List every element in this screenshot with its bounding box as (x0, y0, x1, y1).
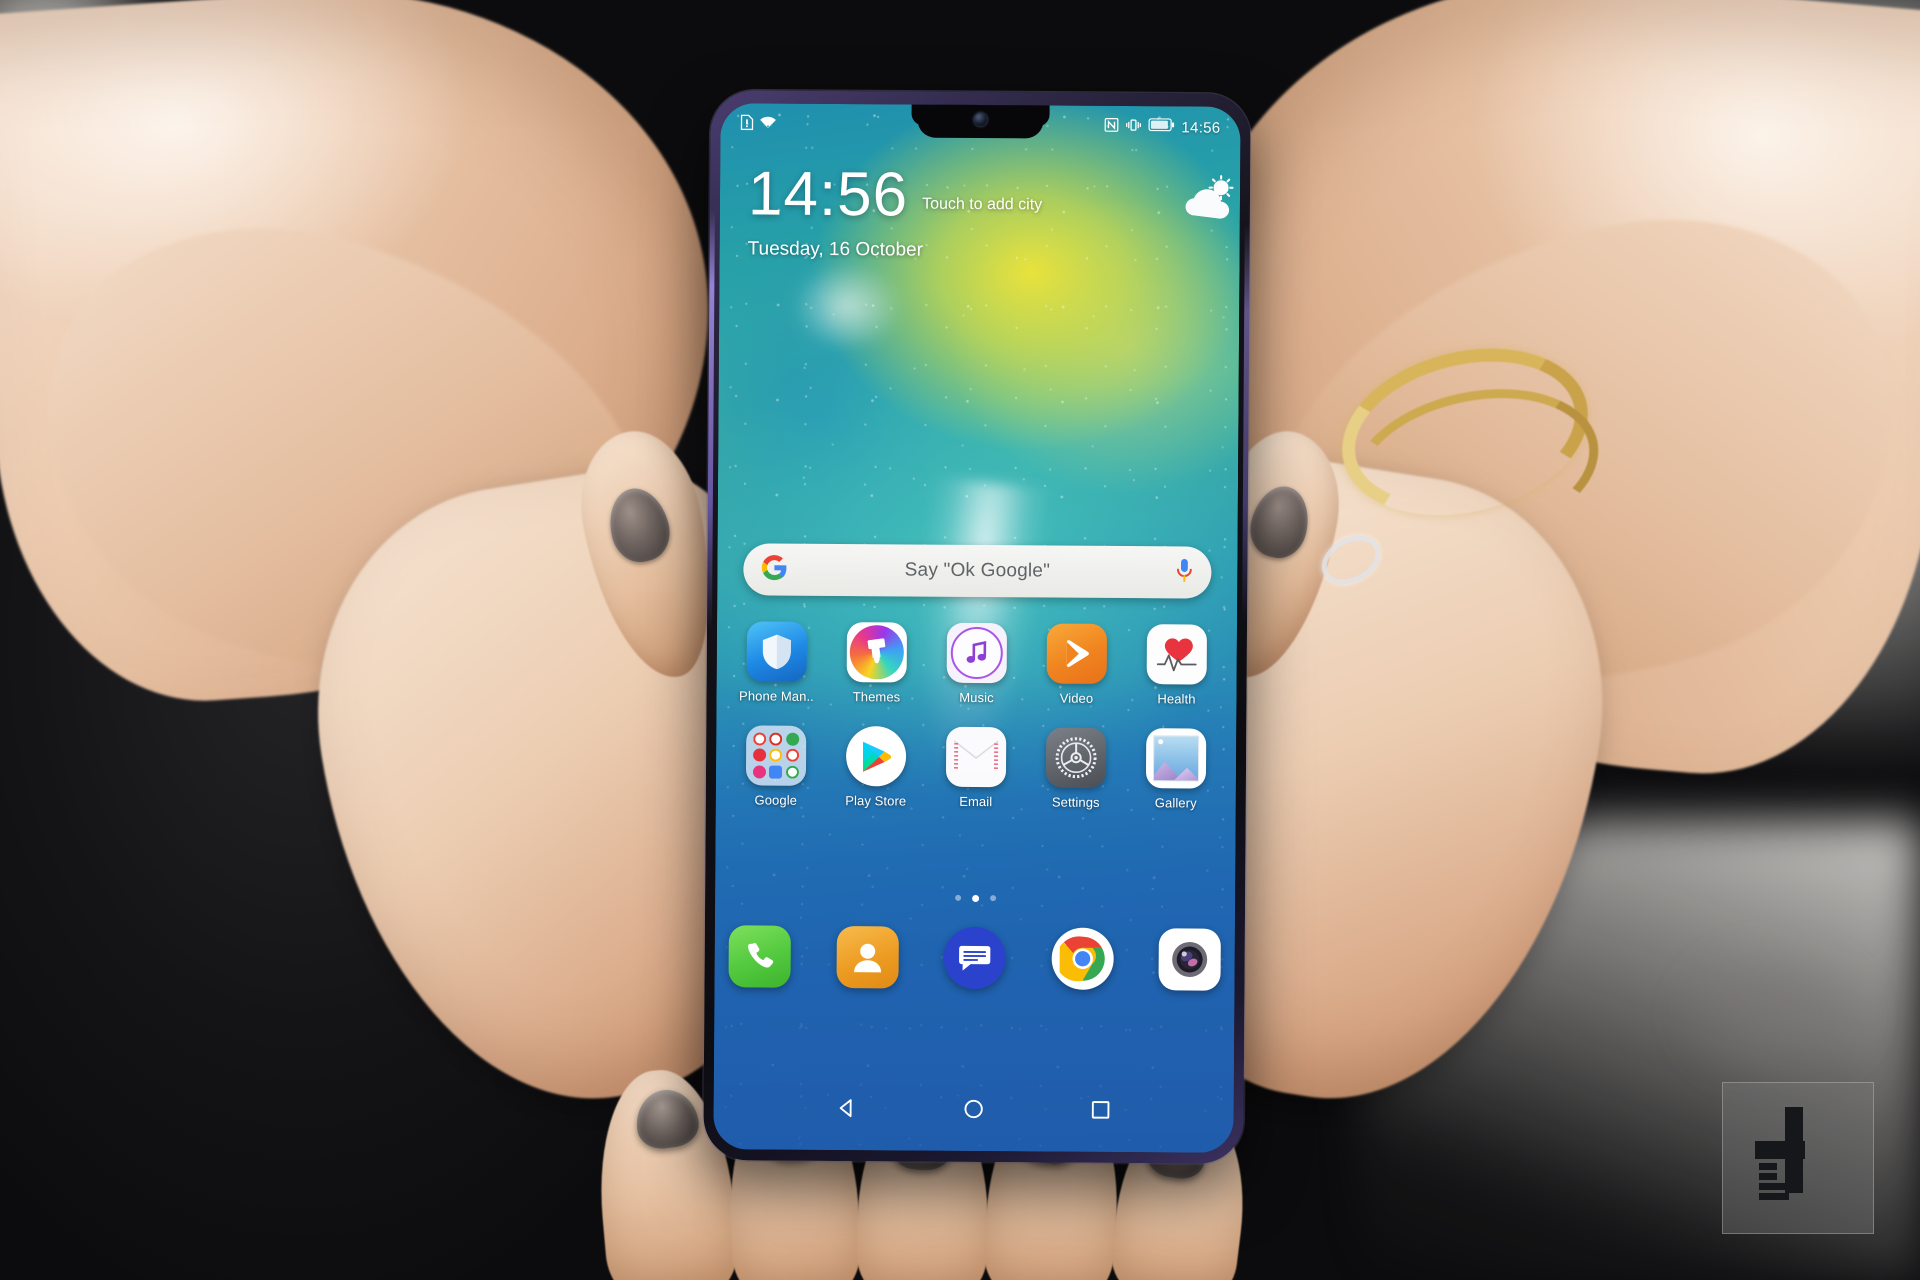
smartphone-device: 14:56 14:56 Touch to add city Tuesday, 1… (703, 90, 1251, 1164)
phone-handset-icon[interactable] (728, 925, 791, 988)
clock-widget-row: 14:56 Touch to add city (747, 159, 1043, 230)
chrome-icon[interactable] (1050, 927, 1114, 990)
app-label: Video (1059, 690, 1094, 706)
dock-bar (728, 925, 1221, 991)
page-dot-active[interactable] (971, 894, 979, 903)
app-settings[interactable]: Settings (1030, 727, 1123, 810)
music-note-icon[interactable] (946, 622, 1008, 684)
watermark-mark (1723, 1083, 1873, 1233)
clock-widget[interactable]: 14:56 Touch to add city Tuesday, 16 Octo… (747, 159, 1234, 262)
app-label: Music (959, 689, 994, 706)
watermark-bar-2 (1759, 1163, 1777, 1170)
person-icon[interactable] (835, 926, 899, 989)
microphone-icon[interactable] (1175, 557, 1193, 588)
google-folder-icon[interactable] (745, 725, 807, 786)
app-phone-manager[interactable]: Phone Man.. (730, 621, 823, 704)
app-label: Phone Man.. (739, 688, 814, 704)
sim-missing-icon (740, 114, 754, 135)
page-dot[interactable] (954, 894, 961, 901)
page-dot[interactable] (989, 895, 996, 902)
paintbrush-icon[interactable] (846, 622, 908, 683)
vibrate-icon (1125, 118, 1141, 137)
status-bar: 14:56 (720, 109, 1240, 143)
mini-youtube-icon (753, 748, 767, 763)
play-arrow-icon[interactable] (1046, 623, 1108, 684)
watermark-bar-5 (1759, 1193, 1789, 1200)
play-store-icon[interactable] (845, 726, 907, 787)
photo-scene: 14:56 14:56 Touch to add city Tuesday, 1… (0, 0, 1920, 1280)
digital-trends-watermark (1722, 1082, 1874, 1234)
app-label: Health (1157, 691, 1196, 707)
clock-widget-date: Tuesday, 16 October (747, 238, 924, 261)
watermark-bar-1 (1755, 1141, 1805, 1159)
mini-maps-icon (785, 732, 799, 746)
mini-gmail-icon (769, 732, 783, 746)
phone-screen[interactable]: 14:56 14:56 Touch to add city Tuesday, 1… (713, 103, 1241, 1153)
app-label: Google (754, 792, 798, 808)
sun-behind-cloud-icon (1180, 174, 1238, 224)
google-g-icon (761, 554, 787, 585)
mini-play-icon (752, 765, 767, 779)
status-bar-clock: 14:56 (1181, 118, 1221, 137)
recents-square-icon[interactable] (1089, 1098, 1111, 1125)
app-email[interactable]: Email (930, 726, 1023, 810)
search-input-hint[interactable]: Say "Ok Google" (787, 559, 1175, 584)
app-video[interactable]: Video (1030, 623, 1123, 706)
app-music[interactable]: Music (930, 622, 1023, 706)
watermark-bar-4 (1759, 1183, 1789, 1190)
mini-drive-icon (769, 749, 783, 763)
app-health[interactable]: Health (1130, 624, 1223, 707)
wallpaper-foam-secondary (791, 260, 903, 352)
mini-google-icon (753, 732, 767, 746)
back-triangle-icon[interactable] (836, 1097, 858, 1124)
nfc-icon (1104, 117, 1119, 136)
envelope-icon[interactable] (945, 726, 1007, 788)
shield-icon[interactable] (746, 621, 808, 682)
status-bar-right: 14:56 (1104, 117, 1221, 137)
app-themes[interactable]: Themes (830, 622, 923, 705)
app-gallery[interactable]: Gallery (1130, 728, 1223, 811)
photo-icon[interactable] (1145, 728, 1207, 789)
mini-photos-icon (785, 749, 799, 763)
app-label: Gallery (1154, 795, 1197, 811)
app-row-1: Phone Man.. Themes Music Video Health (730, 621, 1223, 707)
app-label: Settings (1051, 794, 1100, 810)
watermark-bar-3 (1759, 1173, 1777, 1180)
app-google-folder[interactable]: Google (730, 725, 823, 808)
app-label: Play Store (845, 793, 907, 809)
mini-duo-icon (769, 765, 783, 779)
app-grid: Phone Man.. Themes Music Video Health Go… (730, 621, 1223, 832)
app-row-2: Google Play Store Email Settings Gallery (730, 725, 1223, 811)
app-label: Themes (852, 689, 901, 705)
navigation-bar (713, 1085, 1233, 1137)
app-play-store[interactable]: Play Store (830, 726, 923, 809)
clock-widget-time: 14:56 (747, 159, 909, 230)
battery-icon (1148, 118, 1175, 136)
app-label: Email (959, 793, 993, 810)
home-circle-icon[interactable] (963, 1097, 985, 1124)
wifi-icon (759, 115, 776, 134)
heart-pulse-icon[interactable] (1146, 624, 1208, 685)
status-bar-left (740, 114, 776, 135)
mini-chrome-icon (785, 765, 799, 779)
gear-icon[interactable] (1045, 727, 1107, 788)
message-bubble-icon[interactable] (943, 926, 1006, 990)
clock-widget-city-hint[interactable]: Touch to add city (922, 195, 1042, 226)
google-search-bar[interactable]: Say "Ok Google" (743, 543, 1212, 599)
camera-lens-icon[interactable] (1158, 928, 1221, 991)
